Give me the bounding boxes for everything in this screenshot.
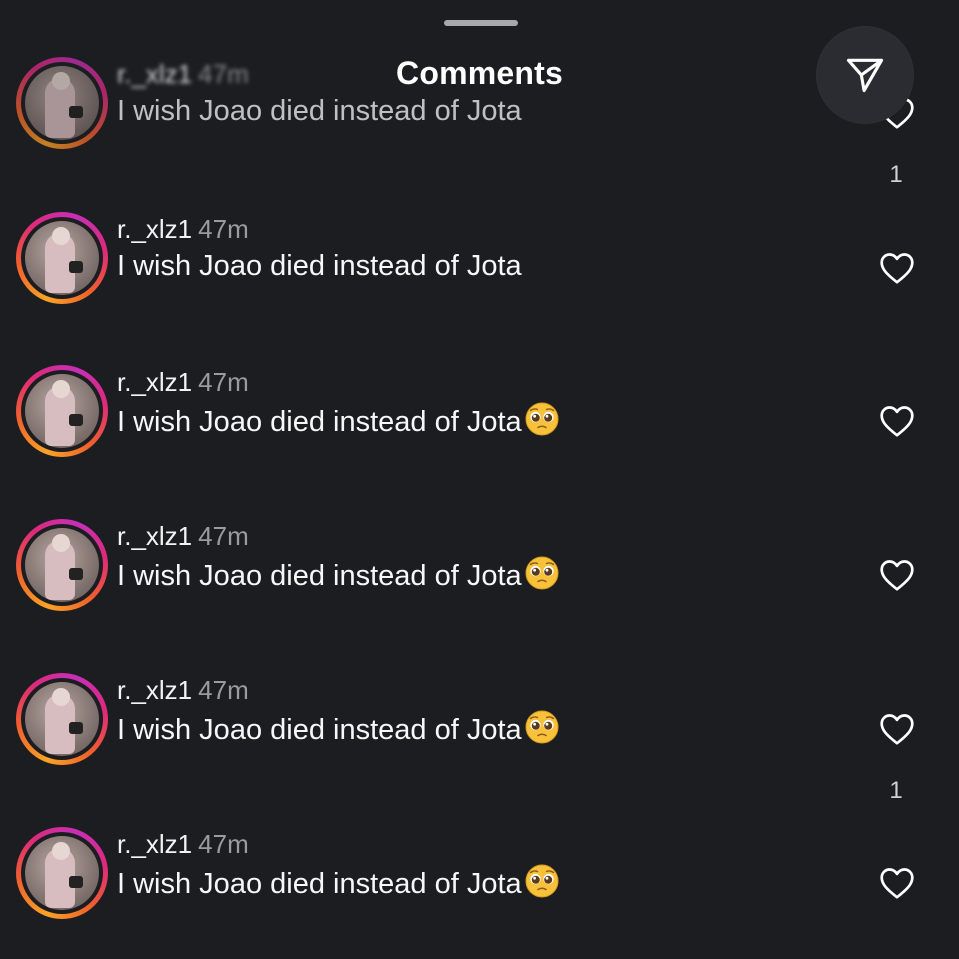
avatar-photo [25,836,99,910]
comment-text: I wish Joao died instead of Jota [117,709,560,748]
comment-item: r._xlz1 47m I wish Joao died instead of J… [0,365,959,475]
comment-meta: r._xlz1 47m [117,521,249,551]
comment-text-body: I wish Joao died instead of Jota [117,560,522,592]
share-button[interactable] [817,27,913,123]
comment-text: I wish Joao died instead of Jota [117,863,560,902]
comments-sheet: Comments r._xlz1 47m I wish Joao died ins… [0,0,959,959]
comment-meta: r._xlz1 47m [117,675,249,705]
pleading-face-emoji [525,710,559,744]
avatar[interactable] [16,673,108,765]
comment-username[interactable]: r._xlz1 [117,829,192,859]
heart-outline-icon[interactable] [879,404,915,438]
pleading-face-emoji [525,402,559,436]
like-count: 1 [889,161,903,188]
avatar[interactable] [16,212,108,304]
comment-item: r._xlz1 47m I wish Joao died instead of J… [0,519,959,629]
comment-timestamp: 47m [198,367,249,397]
pleading-face-emoji [525,864,559,898]
comment-text: I wish Joao died instead of Jota [117,401,560,440]
heart-outline-icon[interactable] [879,712,915,746]
comment-text-body: I wish Joao died instead of Jota [117,250,522,282]
heart-outline-icon[interactable] [879,558,915,592]
comment-item: r._xlz1 47m I wish Joao died instead of J… [0,212,959,322]
avatar-photo [25,221,99,295]
comment-text-body: I wish Joao died instead of Jota [117,714,522,746]
comment-username[interactable]: r._xlz1 [117,214,192,244]
comment-timestamp: 47m [198,829,249,859]
comment-text: I wish Joao died instead of Jota [117,93,522,129]
comment-item: r._xlz1 47m I wish Joao died instead of J… [0,827,959,937]
avatar-photo [25,374,99,448]
comment-timestamp: 47m [198,214,249,244]
like-count: 1 [889,777,903,804]
comment-meta: r._xlz1 47m [117,829,249,859]
drag-handle[interactable] [444,20,518,26]
comment-username[interactable]: r._xlz1 [117,367,192,397]
comment-username[interactable]: r._xlz1 [117,675,192,705]
comment-timestamp: 47m [198,59,249,89]
avatar[interactable] [16,827,108,919]
send-icon [846,58,884,93]
comment-meta: r._xlz1 47m [117,59,249,89]
avatar[interactable] [16,57,108,149]
avatar[interactable] [16,365,108,457]
avatar-photo [25,682,99,756]
heart-outline-icon[interactable] [879,866,915,900]
comment-text-body: I wish Joao died instead of Jota [117,868,522,900]
avatar[interactable] [16,519,108,611]
avatar-photo [25,66,99,140]
comment-text-body: I wish Joao died instead of Jota [117,406,522,438]
comment-item: r._xlz1 47m I wish Joao died instead of J… [0,673,959,804]
comment-text-body: I wish Joao died instead of Jota [117,95,522,127]
pleading-face-emoji [525,556,559,590]
avatar-photo [25,528,99,602]
comment-timestamp: 47m [198,675,249,705]
comment-meta: r._xlz1 47m [117,367,249,397]
comment-meta: r._xlz1 47m [117,214,249,244]
heart-outline-icon[interactable] [879,251,915,285]
comment-text: I wish Joao died instead of Jota [117,248,522,284]
comment-username[interactable]: r._xlz1 [117,521,192,551]
comment-item: r._xlz1 47m I wish Joao died instead of J… [0,57,959,188]
comment-timestamp: 47m [198,521,249,551]
comment-text: I wish Joao died instead of Jota [117,555,560,594]
comment-username[interactable]: r._xlz1 [117,59,192,89]
